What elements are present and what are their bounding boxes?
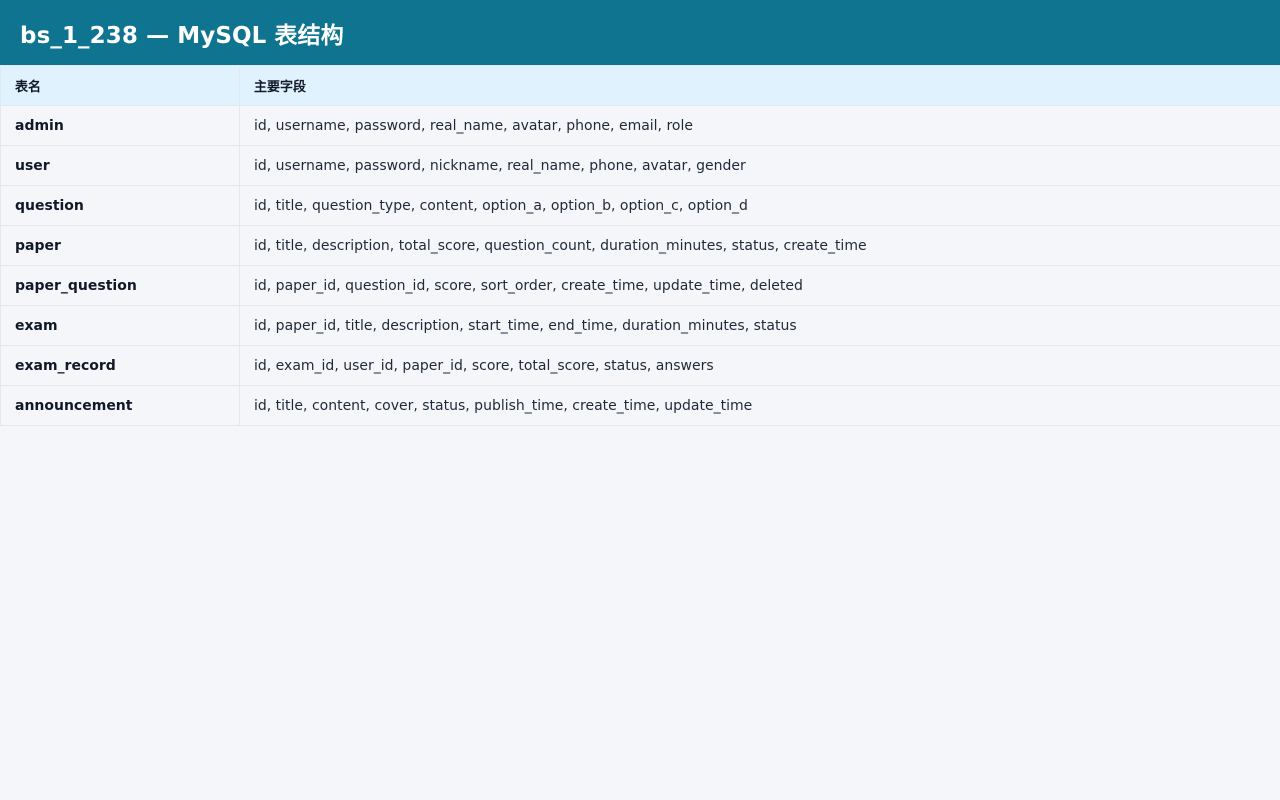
column-header-main-fields: 主要字段 bbox=[239, 65, 1280, 106]
column-header-table-name: 表名 bbox=[0, 65, 240, 106]
page-title: bs_1_238 — MySQL 表结构 bbox=[20, 22, 344, 49]
table-name-cell: announcement bbox=[0, 385, 240, 426]
table-row: exam_record id, exam_id, user_id, paper_… bbox=[0, 345, 1280, 386]
table-row: admin id, username, password, real_name,… bbox=[0, 105, 1280, 146]
table-name-cell: paper bbox=[0, 225, 240, 266]
table-row: paper id, title, description, total_scor… bbox=[0, 225, 1280, 266]
table-body: admin id, username, password, real_name,… bbox=[0, 105, 1280, 426]
table-row: question id, title, question_type, conte… bbox=[0, 185, 1280, 226]
table-name-cell: exam_record bbox=[0, 345, 240, 386]
table-name-cell: admin bbox=[0, 105, 240, 146]
fields-cell: id, username, password, real_name, avata… bbox=[239, 105, 1280, 146]
table-row: paper_question id, paper_id, question_id… bbox=[0, 265, 1280, 306]
table-name-cell: exam bbox=[0, 305, 240, 346]
table-row: user id, username, password, nickname, r… bbox=[0, 145, 1280, 186]
fields-cell: id, title, content, cover, status, publi… bbox=[239, 385, 1280, 426]
fields-cell: id, exam_id, user_id, paper_id, score, t… bbox=[239, 345, 1280, 386]
table-row: announcement id, title, content, cover, … bbox=[0, 385, 1280, 426]
schema-table: 表名 主要字段 admin id, username, password, re… bbox=[0, 65, 1280, 426]
table-header-row: 表名 主要字段 bbox=[0, 65, 1280, 106]
fields-cell: id, title, description, total_score, que… bbox=[239, 225, 1280, 266]
fields-cell: id, title, question_type, content, optio… bbox=[239, 185, 1280, 226]
table-name-cell: user bbox=[0, 145, 240, 186]
table-name-cell: question bbox=[0, 185, 240, 226]
fields-cell: id, username, password, nickname, real_n… bbox=[239, 145, 1280, 186]
table-row: exam id, paper_id, title, description, s… bbox=[0, 305, 1280, 346]
fields-cell: id, paper_id, question_id, score, sort_o… bbox=[239, 265, 1280, 306]
fields-cell: id, paper_id, title, description, start_… bbox=[239, 305, 1280, 346]
table-name-cell: paper_question bbox=[0, 265, 240, 306]
page-header: bs_1_238 — MySQL 表结构 bbox=[0, 0, 1280, 65]
table-header: 表名 主要字段 bbox=[0, 65, 1280, 106]
